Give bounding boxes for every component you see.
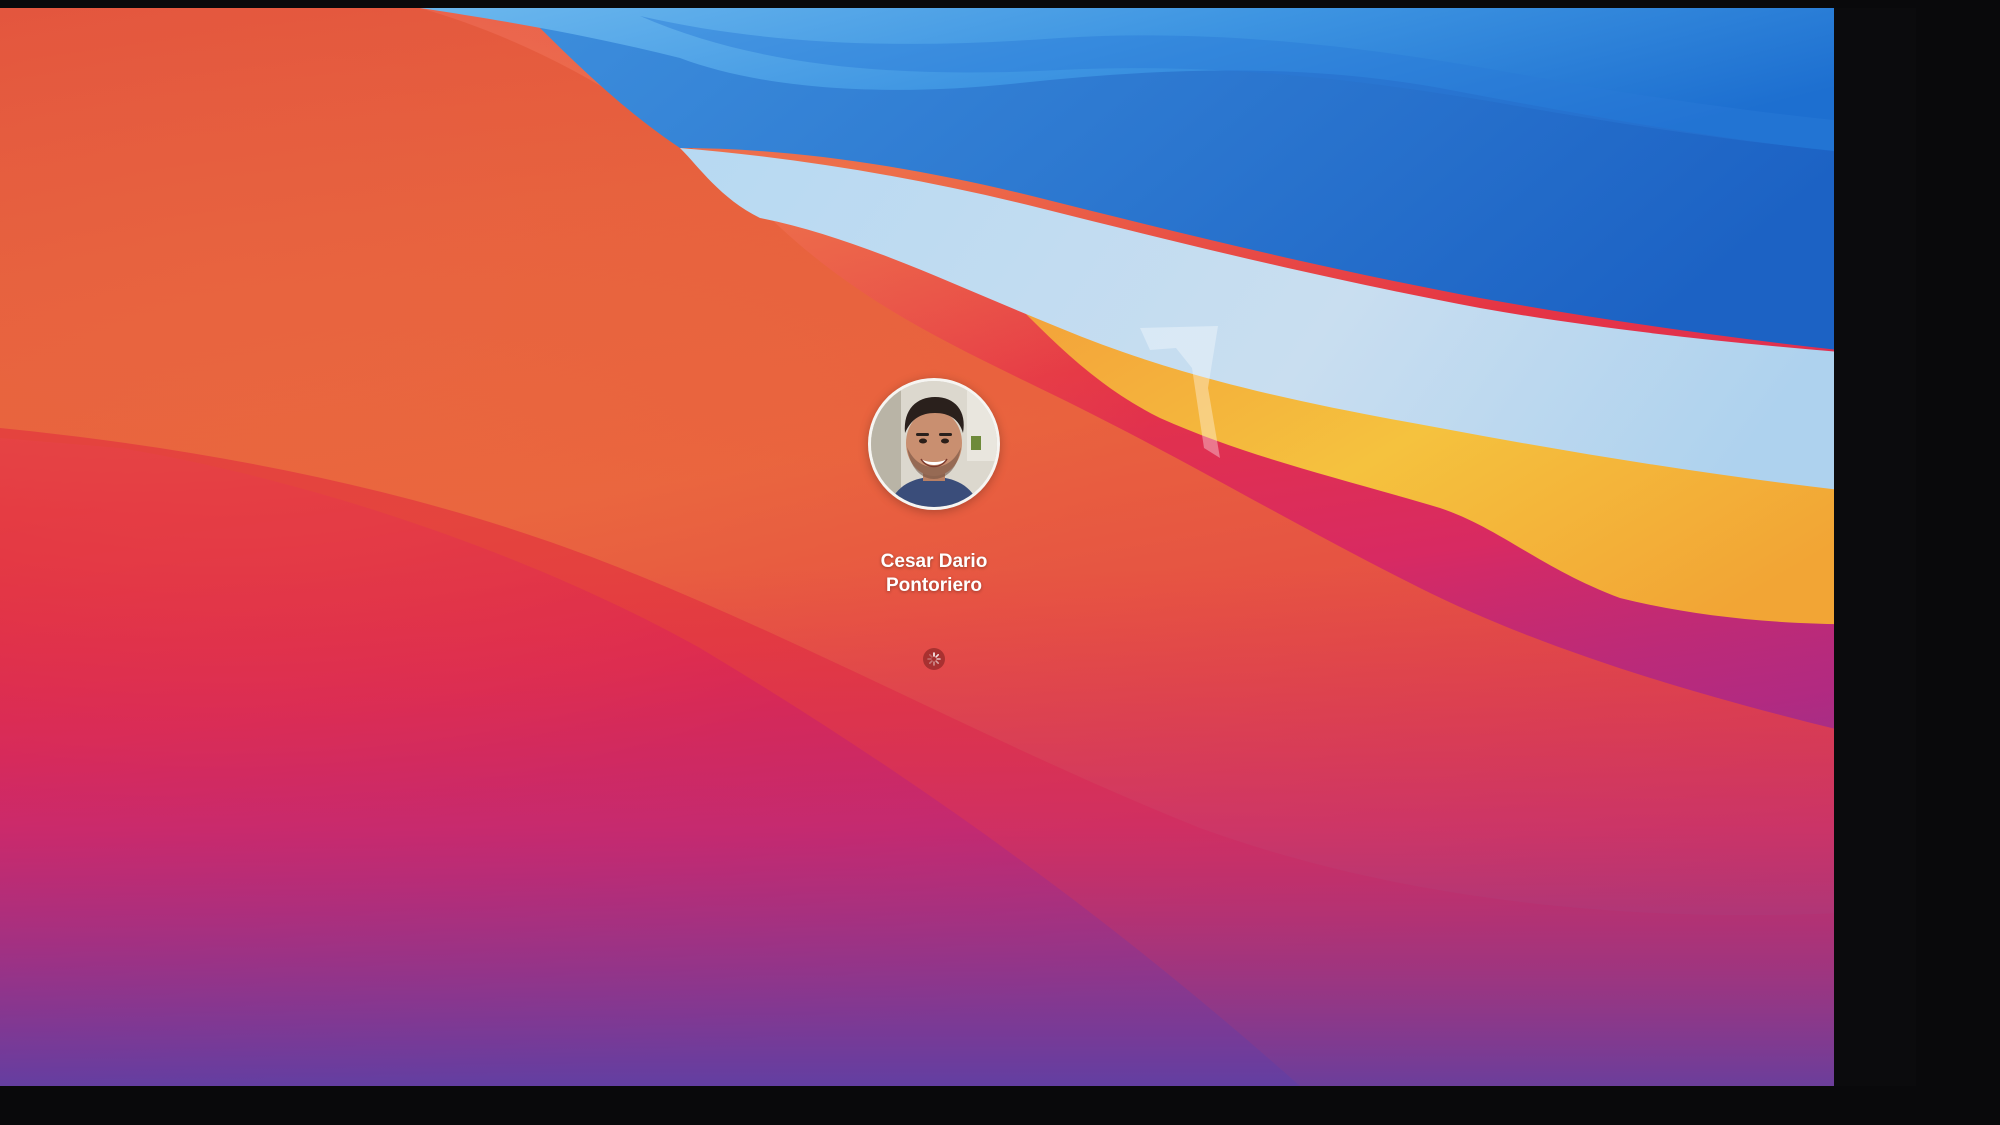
user-name[interactable]: Cesar Dario Pontoriero (800, 550, 1068, 598)
login-screen: Cesar Dario Pontoriero (0, 8, 1916, 1086)
user-name-second-line: Pontoriero (885, 575, 983, 596)
user-name-first-line: Cesar Dario (880, 551, 988, 572)
desktop-wallpaper (0, 8, 1916, 1086)
user-avatar-photo-icon (871, 381, 997, 507)
loading-spinner-icon (923, 648, 945, 670)
login-user-tile[interactable] (868, 378, 1000, 510)
user-avatar[interactable] (868, 378, 1000, 510)
